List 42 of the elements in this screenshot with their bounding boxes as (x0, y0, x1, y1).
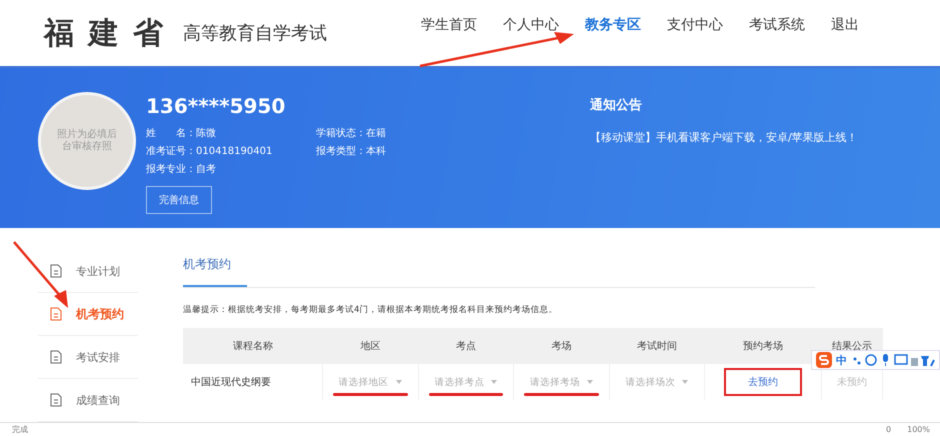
column-header: 预约考场 (704, 328, 822, 364)
column-header: 考试时间 (609, 328, 705, 364)
column-header: 考点 (418, 328, 514, 364)
document-icon (50, 307, 62, 321)
dropdown-caret-icon (586, 380, 593, 384)
dropdown-caret-icon (491, 380, 498, 384)
tip-text: 温馨提示：根据统考安排，每考期最多考试4门，请根据本考期统考报名科目来预约考场信息。 (183, 304, 558, 316)
profile-field: 准考证号：010418190401 (146, 144, 316, 158)
nav-link[interactable]: 退出 (830, 16, 859, 34)
profile-field: 报考类型：本科 (316, 144, 456, 158)
notice-title: 通知公告 (590, 96, 643, 114)
profile-field: 学籍状态：在籍 (316, 126, 456, 140)
avatar: 照片为必填后台审核存照 (38, 92, 136, 190)
document-icon (50, 350, 62, 364)
site-title: 高等教育自学考试 (182, 22, 327, 45)
sidebar-item[interactable]: 考试安排 (38, 336, 138, 379)
nav-link[interactable]: 考试系统 (748, 16, 805, 34)
document-icon (50, 264, 62, 278)
column-header: 课程名称 (183, 328, 322, 364)
zoom-level[interactable]: 100% (907, 425, 930, 434)
ime-tools-icon[interactable] (851, 353, 935, 367)
nav-link[interactable]: 教务专区 (584, 16, 641, 34)
result-text: 未预约 (837, 377, 868, 388)
notice-text: 【移动课堂】手机看课客户端下载，安卓/苹果版上线！ (590, 130, 858, 145)
logo-text: 福 建 省 (44, 14, 165, 52)
status-text: 完成 (12, 424, 28, 435)
reserve-link[interactable]: 去预约 (724, 368, 802, 396)
phone-number: 136****5950 (146, 94, 286, 118)
profile-field: 姓 名：陈微 (146, 126, 316, 140)
nav-link[interactable]: 支付中心 (666, 16, 723, 34)
nav-link[interactable]: 个人中心 (502, 16, 559, 34)
tab[interactable]: 机考预约 (183, 250, 247, 287)
dropdown-caret-icon (682, 380, 688, 384)
nav-link[interactable]: 学生首页 (420, 16, 477, 34)
dropdown-caret-icon (396, 380, 402, 384)
column-header: 地区 (322, 328, 418, 364)
document-icon (50, 393, 62, 407)
edit-info-button[interactable]: 完善信息 (146, 186, 212, 214)
message-count: 0 (886, 425, 892, 434)
profile-field: 报考专业：自考 (146, 162, 316, 176)
column-header: 考场 (514, 328, 610, 364)
table-cell: 中国近现代史纲要 (183, 364, 322, 400)
